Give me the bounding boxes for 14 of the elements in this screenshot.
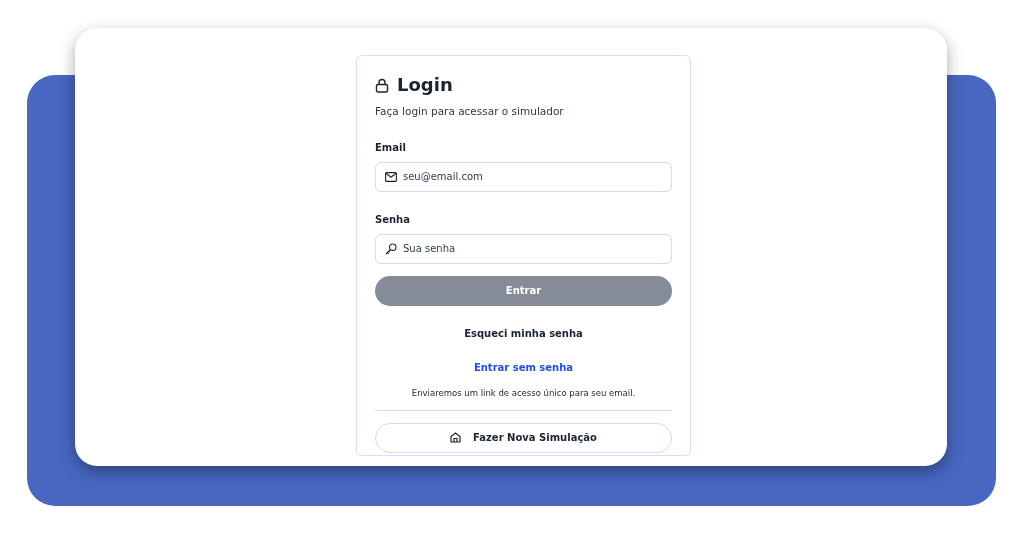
info-text: Enviaremos um link de acesso único para seu email. <box>410 386 637 400</box>
envelope-icon <box>385 171 397 182</box>
passwordless-link[interactable]: Entrar sem senha <box>473 359 574 375</box>
home-icon <box>450 432 462 443</box>
forgot-password-link[interactable]: Esqueci minha senha <box>464 325 583 341</box>
key-icon <box>385 242 397 255</box>
password-field[interactable]: Sua senha <box>375 233 672 264</box>
login-subtitle: Faça login para acessar o simulador <box>375 104 565 119</box>
new-simulation-button[interactable]: Fazer Nova Simulação <box>375 422 672 453</box>
field-label: Senha <box>375 212 411 227</box>
field-label: Email <box>375 140 407 155</box>
lock-icon <box>375 77 389 93</box>
email-field[interactable]: seu@email.com <box>375 161 672 192</box>
login-title: Login <box>397 76 453 94</box>
